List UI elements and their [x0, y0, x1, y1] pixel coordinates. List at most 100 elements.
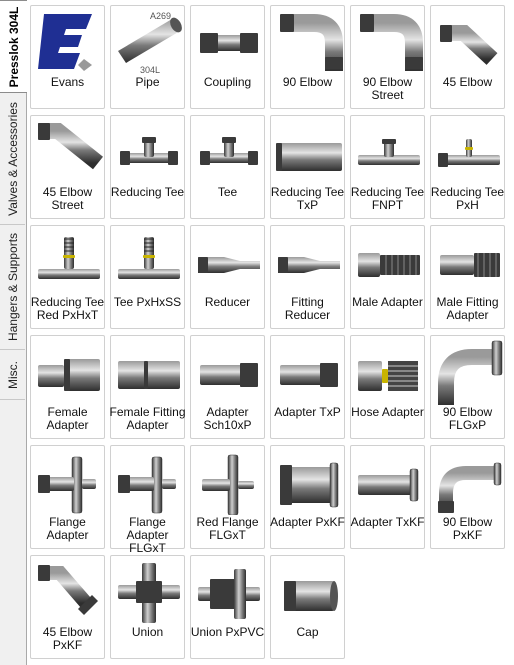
- fitting-label: Tee PxHxSS: [113, 295, 182, 309]
- fitting-label: Union PxPVC: [190, 625, 265, 639]
- flange-adapter-flgxt-icon: [118, 456, 176, 514]
- fitting-label: Red Flange FLGxT: [196, 515, 259, 542]
- reducing-tee-icon: [120, 137, 178, 165]
- fitting-button[interactable]: Cap: [270, 555, 345, 659]
- tab-label: Misc.: [5, 360, 20, 389]
- fitting-button[interactable]: Reducing Tee PxH: [430, 115, 505, 219]
- reducing-tee-txp-icon: [276, 143, 342, 171]
- fitting-label: Reducing Tee PxH: [430, 185, 505, 212]
- fitting-button[interactable]: Reducing Tee FNPT: [350, 115, 425, 219]
- elbow-45-street-icon: [38, 123, 103, 170]
- elbow-45-icon: [440, 25, 498, 65]
- male-fitting-adapter-icon: [440, 253, 500, 277]
- adapter-txkf-icon: [358, 468, 419, 502]
- fitting-label: Female Adapter: [46, 405, 89, 432]
- coupling-icon: [200, 33, 258, 53]
- reducer-icon: [198, 257, 260, 273]
- fitting-button[interactable]: 90 Elbow: [270, 5, 345, 109]
- fitting-button[interactable]: 90 Elbow FLGxP: [430, 335, 505, 439]
- fitting-label: Fitting Reducer: [284, 295, 331, 322]
- fitting-label: Pipe: [135, 75, 160, 89]
- category-tab-strip: Presslok 304L Valves & Accessories Hange…: [0, 0, 27, 665]
- fitting-label: 45 Elbow Street: [42, 185, 93, 212]
- hose-adapter-icon: [358, 361, 418, 391]
- fitting-label: Adapter Sch10xP: [203, 405, 252, 432]
- fitting-button[interactable]: A269 304L Pipe: [110, 5, 185, 109]
- reducing-tee-pxh-icon: [438, 139, 500, 167]
- fitting-button[interactable]: Reducer: [190, 225, 265, 329]
- fitting-button[interactable]: 45 Elbow PxKF: [30, 555, 105, 659]
- reducing-tee-red-icon: [38, 237, 100, 279]
- tab-valves-accessories[interactable]: Valves & Accessories: [0, 93, 25, 225]
- fitting-button[interactable]: Coupling: [190, 5, 265, 109]
- elbow-90-street-icon: [360, 14, 423, 71]
- fitting-button[interactable]: Evans: [30, 5, 105, 109]
- fitting-palette-grid: Evans A269 304L Pipe Coupling 90 Elbow 90…: [27, 0, 514, 665]
- fitting-label: Hose Adapter: [351, 405, 424, 419]
- tab-label: Valves & Accessories: [5, 101, 20, 216]
- fitting-button[interactable]: Reducing Tee: [110, 115, 185, 219]
- fitting-label: 90 Elbow PxKF: [442, 515, 493, 542]
- pipe-icon: A269 304L: [118, 11, 182, 75]
- fitting-button[interactable]: Red Flange FLGxT: [190, 445, 265, 549]
- flange-adapter-icon: [38, 456, 96, 514]
- union-icon: [118, 563, 180, 623]
- fitting-button[interactable]: 45 Elbow: [430, 5, 505, 109]
- tee-icon: [200, 137, 258, 165]
- fitting-label: Male Adapter: [352, 295, 423, 309]
- adapter-pxkf-icon: [280, 462, 339, 508]
- fitting-label: 90 Elbow FLGxP: [442, 405, 493, 432]
- fitting-button[interactable]: Female Fitting Adapter: [109, 335, 186, 439]
- cap-icon: [284, 581, 338, 611]
- fitting-label: Female Fitting Adapter: [109, 405, 186, 432]
- fitting-button[interactable]: Female Adapter: [30, 335, 105, 439]
- fitting-button[interactable]: Tee: [190, 115, 265, 219]
- fitting-button[interactable]: Hose Adapter: [350, 335, 425, 439]
- male-adapter-icon: [358, 253, 420, 277]
- fitting-button[interactable]: Male Fitting Adapter: [430, 225, 505, 329]
- fitting-button[interactable]: Union PxPVC: [190, 555, 265, 659]
- fitting-button[interactable]: Flange Adapter: [30, 445, 105, 549]
- pipe-grade-label: A269: [150, 11, 171, 21]
- female-adapter-icon: [38, 359, 100, 391]
- fitting-button[interactable]: Union: [110, 555, 185, 659]
- fitting-button[interactable]: 90 Elbow Street: [350, 5, 425, 109]
- fitting-button[interactable]: Fitting Reducer: [270, 225, 345, 329]
- fitting-button[interactable]: Adapter PxKF: [270, 445, 345, 549]
- tab-presslok-304l[interactable]: Presslok 304L: [0, 0, 27, 93]
- fitting-label: 90 Elbow: [282, 75, 333, 89]
- fitting-label: Cap: [296, 625, 319, 639]
- fitting-button[interactable]: Reducing Tee TxP: [270, 115, 345, 219]
- red-flange-flgxt-icon: [202, 454, 254, 515]
- fitting-button[interactable]: Adapter TxP: [270, 335, 345, 439]
- fitting-label: Flange Adapter: [46, 515, 89, 542]
- fitting-label: Reducing Tee: [110, 185, 185, 199]
- fitting-button[interactable]: Adapter Sch10xP: [190, 335, 265, 439]
- fitting-label: Male Fitting Adapter: [436, 295, 499, 322]
- fitting-button[interactable]: 45 Elbow Street: [30, 115, 105, 219]
- tab-hangers-supports[interactable]: Hangers & Supports: [0, 225, 25, 350]
- fitting-button[interactable]: 90 Elbow PxKF: [430, 445, 505, 549]
- fitting-label: 90 Elbow Street: [362, 75, 413, 102]
- tab-misc[interactable]: Misc.: [0, 350, 25, 400]
- elbow-90-flgxp-icon: [438, 340, 503, 405]
- tab-label: Presslok 304L: [6, 6, 21, 87]
- fitting-button[interactable]: Male Adapter: [350, 225, 425, 329]
- fitting-reducer-icon: [278, 257, 340, 273]
- fitting-button[interactable]: Adapter TxKF: [350, 445, 425, 549]
- female-fitting-adapter-icon: [118, 361, 180, 389]
- fitting-button[interactable]: Tee PxHxSS: [110, 225, 185, 329]
- fitting-label: Reducing Tee Red PxHxT: [30, 295, 105, 322]
- elbow-45-pxkf-icon: [38, 565, 98, 615]
- fitting-button[interactable]: Reducing Tee Red PxHxT: [30, 225, 105, 329]
- fitting-label: Coupling: [203, 75, 252, 89]
- fitting-label: 45 Elbow: [442, 75, 493, 89]
- adapter-sch10xp-icon: [200, 363, 258, 387]
- tee-pxhxss-icon: [118, 237, 180, 279]
- adapter-txp-icon: [280, 363, 338, 387]
- fitting-label: Tee: [217, 185, 238, 199]
- fitting-button[interactable]: Flange Adapter FLGxT: [110, 445, 185, 555]
- elbow-90-icon: [280, 14, 343, 71]
- fitting-label: Adapter TxKF: [350, 515, 425, 529]
- reducing-tee-fnpt-icon: [358, 139, 420, 165]
